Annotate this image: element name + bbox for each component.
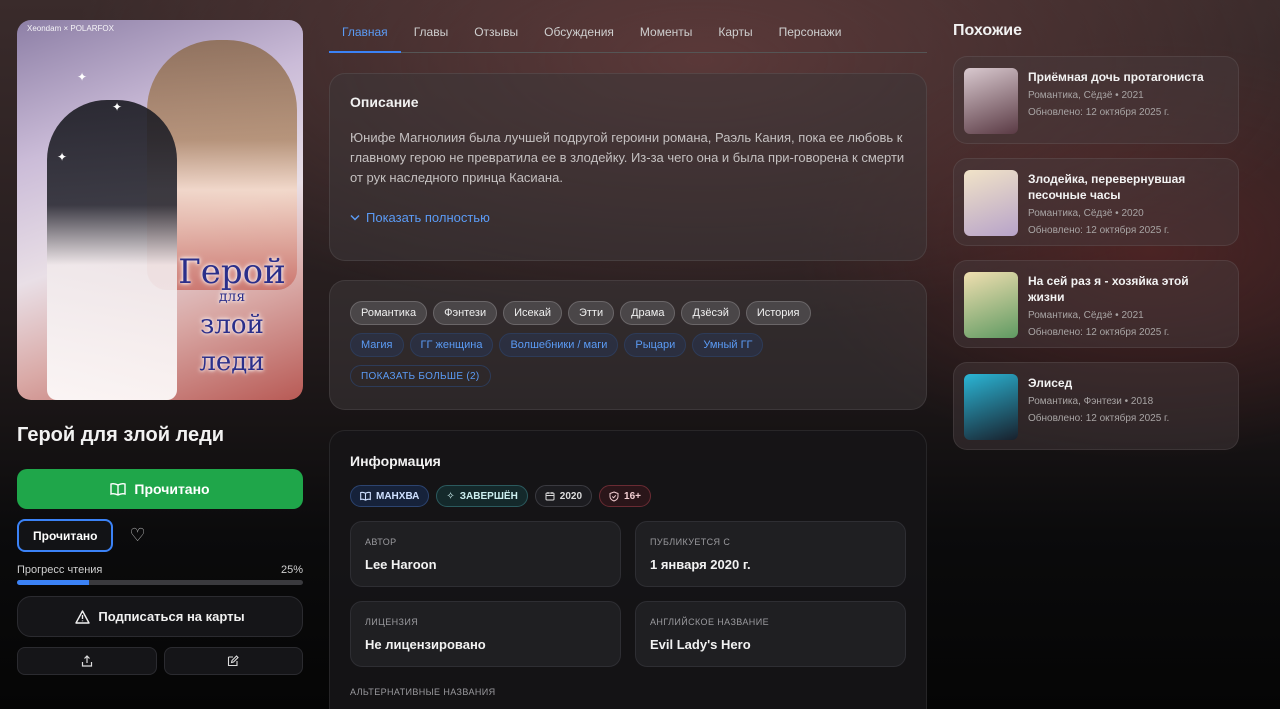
- share-icon: [81, 655, 93, 667]
- similar-thumbnail: [964, 68, 1018, 134]
- read-button-label: Прочитано: [134, 481, 210, 497]
- status-badge: ✧ ЗАВЕРШЁН: [436, 485, 528, 507]
- similar-meta: Романтика, Сёдзё • 2020: [1028, 208, 1144, 219]
- progress-bar-fill: [17, 580, 89, 585]
- similar-item[interactable]: Приёмная дочь протагониста Романтика, Сё…: [953, 56, 1239, 144]
- tag-list: Магия ГГ женщина Волшебники / маги Рыцар…: [350, 333, 906, 357]
- description-text: Юнифе Магнолиия была лучшей подругой гер…: [350, 130, 905, 185]
- year-badge: 2020: [534, 485, 593, 507]
- edit-icon: [227, 655, 240, 667]
- similar-title: Приёмная дочь протагониста: [1028, 70, 1204, 84]
- topic-tag[interactable]: Рыцари: [624, 333, 687, 357]
- main-content: Главная Главы Отзывы Обсуждения Моменты …: [329, 14, 927, 709]
- age-rating-badge: 16+: [599, 485, 652, 507]
- show-full-description-link[interactable]: Показать полностью: [350, 210, 906, 225]
- similar-updated: Обновлено: 12 октября 2025 г.: [1028, 413, 1170, 424]
- sparkle-icon: ✦: [57, 150, 68, 164]
- progress-label: Прогресс чтения: [17, 564, 103, 576]
- heart-icon[interactable]: ♡: [129, 525, 145, 546]
- genre-tag[interactable]: Драма: [620, 301, 676, 325]
- similar-updated: Обновлено: 12 октября 2025 г.: [1028, 107, 1170, 118]
- book-icon: [360, 491, 371, 501]
- info-heading: Информация: [350, 453, 441, 469]
- reading-status-button[interactable]: Прочитано: [17, 519, 114, 552]
- similar-item[interactable]: На сей раз я - хозяйка этой жизни Романт…: [953, 260, 1239, 348]
- cover-credit: Xeondam × POLARFOX: [27, 24, 114, 33]
- calendar-icon: [545, 491, 555, 501]
- tab-characters[interactable]: Персонажи: [766, 14, 855, 53]
- description-card: Описание Юнифе Магнолиия была лучшей под…: [329, 73, 927, 261]
- edit-button[interactable]: [163, 647, 303, 675]
- genre-tag[interactable]: Исекай: [503, 301, 562, 325]
- cover-title: Герой для злой леди: [178, 252, 286, 377]
- similar-thumbnail: [964, 374, 1018, 440]
- genre-tag[interactable]: Фэнтези: [433, 301, 498, 325]
- published-field: ПУБЛИКУЕТСЯ С 1 января 2020 г.: [635, 521, 906, 587]
- genre-tag[interactable]: Этти: [567, 301, 615, 325]
- topic-tag[interactable]: Магия: [350, 333, 404, 357]
- topic-tag[interactable]: Волшебники / маги: [499, 333, 619, 357]
- type-badge: МАНХВА: [350, 485, 430, 507]
- tab-cards[interactable]: Карты: [705, 14, 765, 53]
- english-title-field: АНГЛИЙСКОЕ НАЗВАНИЕ Evil Lady's Hero: [635, 601, 906, 667]
- share-button[interactable]: [17, 647, 157, 675]
- genre-tag[interactable]: Романтика: [350, 301, 428, 325]
- tab-moments[interactable]: Моменты: [627, 14, 705, 53]
- genre-tag[interactable]: История: [745, 301, 811, 325]
- topic-tag[interactable]: Умный ГГ: [692, 333, 764, 357]
- chevron-down-icon: [350, 214, 360, 221]
- tab-discussions[interactable]: Обсуждения: [531, 14, 627, 53]
- alt-names-label: АЛЬТЕРНАТИВНЫЕ НАЗВАНИЯ: [350, 687, 496, 697]
- progress-bar: [17, 580, 303, 585]
- show-more-tags-button[interactable]: ПОКАЗАТЬ БОЛЬШЕ (2): [350, 365, 491, 387]
- similar-title: Злодейка, перевернувшая песочные часы: [1028, 172, 1186, 202]
- subscribe-label: Подписаться на карты: [98, 609, 245, 624]
- warning-icon: [75, 609, 91, 624]
- description-fade: . . .: [350, 196, 369, 204]
- info-card: Информация МАНХВА ✧ ЗАВЕРШЁН 2020 16+ АВ…: [329, 430, 927, 709]
- sparkle-icon: ✦: [77, 70, 88, 84]
- similar-thumbnail: [964, 272, 1018, 338]
- similar-thumbnail: [964, 170, 1018, 236]
- similar-meta: Романтика, Фэнтези • 2018: [1028, 396, 1154, 407]
- manga-title: Герой для злой леди: [17, 424, 225, 446]
- tab-chapters[interactable]: Главы: [401, 14, 462, 53]
- author-field: АВТОР Lee Haroon: [350, 521, 621, 587]
- license-field: ЛИЦЕНЗИЯ Не лицензировано: [350, 601, 621, 667]
- sparkle-icon: ✧: [446, 490, 455, 502]
- info-grid: АВТОР Lee Haroon ПУБЛИКУЕТСЯ С 1 января …: [350, 521, 906, 667]
- tags-card: Романтика Фэнтези Исекай Этти Драма Дзёс…: [329, 280, 927, 410]
- similar-title: На сей раз я - хозяйка этой жизни: [1028, 274, 1189, 304]
- sparkle-icon: ✦: [112, 100, 123, 114]
- similar-item[interactable]: Злодейка, перевернувшая песочные часы Ро…: [953, 158, 1239, 246]
- subscribe-cards-button[interactable]: Подписаться на карты: [17, 596, 303, 637]
- similar-meta: Романтика, Сёдзё • 2021: [1028, 310, 1144, 321]
- read-button[interactable]: Прочитано: [17, 469, 303, 509]
- similar-title: Элисед: [1028, 376, 1073, 390]
- description-heading: Описание: [350, 94, 419, 110]
- info-badges: МАНХВА ✧ ЗАВЕРШЁН 2020 16+: [350, 485, 906, 507]
- cover-image[interactable]: ✦ ✦ ✦ Xeondam × POLARFOX Герой для злой …: [17, 20, 303, 400]
- tab-main[interactable]: Главная: [329, 14, 401, 53]
- progress-value: 25%: [280, 564, 303, 576]
- genre-tag[interactable]: Дзёсэй: [681, 301, 740, 325]
- similar-updated: Обновлено: 12 октября 2025 г.: [1028, 225, 1170, 236]
- genre-list: Романтика Фэнтези Исекай Этти Драма Дзёс…: [350, 301, 906, 325]
- cover-figure-man: [47, 100, 177, 400]
- similar-updated: Обновлено: 12 октября 2025 г.: [1028, 327, 1170, 338]
- book-icon: [110, 482, 127, 496]
- similar-heading: Похожие: [953, 22, 1023, 39]
- tab-reviews[interactable]: Отзывы: [461, 14, 531, 53]
- topic-tag[interactable]: ГГ женщина: [409, 333, 494, 357]
- left-column: ✦ ✦ ✦ Xeondam × POLARFOX Герой для злой …: [17, 20, 303, 675]
- similar-sidebar: Похожие Приёмная дочь протагониста Роман…: [953, 22, 1239, 450]
- similar-item[interactable]: Элисед Романтика, Фэнтези • 2018 Обновле…: [953, 362, 1239, 450]
- similar-meta: Романтика, Сёдзё • 2021: [1028, 90, 1144, 101]
- shield-icon: [609, 490, 619, 502]
- tab-bar: Главная Главы Отзывы Обсуждения Моменты …: [329, 14, 927, 53]
